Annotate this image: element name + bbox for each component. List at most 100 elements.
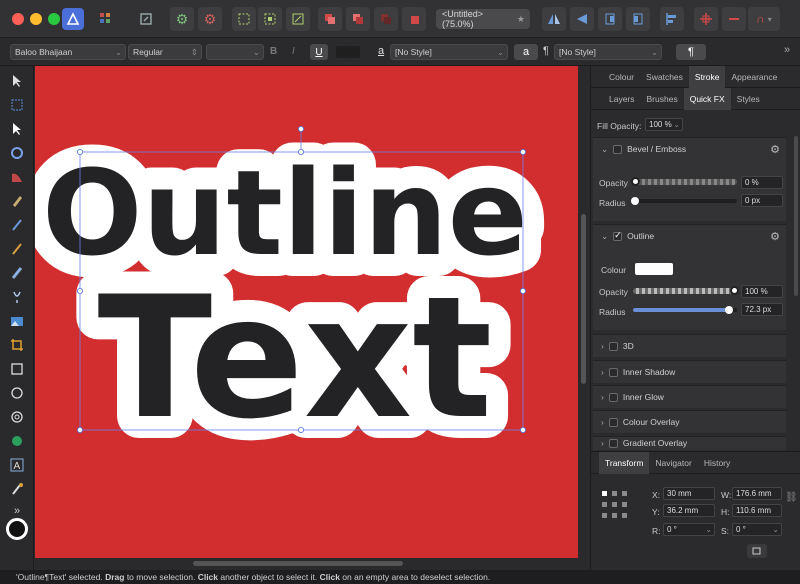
transform-r-field[interactable]: 0 ° ⌄ bbox=[663, 523, 715, 536]
overflow-chevron-icon[interactable]: » bbox=[784, 44, 790, 56]
settings-gear-icon[interactable]: ⚙ bbox=[170, 7, 194, 31]
outline-checkbox[interactable]: ✓ bbox=[613, 230, 623, 241]
arrange-front-icon[interactable] bbox=[318, 7, 342, 31]
minimize-window-button[interactable] bbox=[30, 13, 42, 25]
vector-brush-tool-icon[interactable] bbox=[8, 216, 26, 234]
bold-button[interactable]: B bbox=[270, 46, 277, 57]
chevron-down-icon[interactable]: ⌄ bbox=[601, 144, 608, 155]
transform-w-field[interactable]: 176.6 mm bbox=[732, 487, 782, 500]
bevel-opacity-field[interactable]: 0 % bbox=[741, 176, 783, 189]
document-modified-icon[interactable]: ★ bbox=[517, 14, 525, 25]
bevel-opacity-slider[interactable] bbox=[633, 179, 737, 185]
bevel-radius-knob[interactable] bbox=[631, 197, 639, 205]
rotation-handle[interactable] bbox=[297, 126, 304, 133]
character-style-select[interactable]: [No Style] ⌄ bbox=[390, 44, 508, 60]
fx-inner-glow-header[interactable]: › Inner Glow bbox=[593, 386, 786, 408]
chevron-right-icon[interactable]: › bbox=[601, 417, 604, 427]
outline-opacity-field[interactable]: 100 % bbox=[741, 285, 783, 298]
transform-x-field[interactable]: 30 mm bbox=[663, 487, 715, 500]
pixel-persona-icon[interactable] bbox=[94, 7, 118, 31]
fill-stroke-swatch[interactable] bbox=[6, 518, 28, 540]
text-style-button[interactable]: a bbox=[514, 44, 538, 60]
artistic-text-tool-icon[interactable]: A bbox=[8, 456, 26, 474]
document-canvas[interactable]: Outline Text Outline Text bbox=[35, 66, 578, 558]
fx-gradient-overlay-header[interactable]: › Gradient Overlay bbox=[593, 437, 786, 450]
tab-layers[interactable]: Layers bbox=[603, 88, 641, 110]
fx-gradient-overlay-checkbox[interactable] bbox=[608, 438, 618, 448]
paint-brush-tool-icon[interactable] bbox=[8, 240, 26, 258]
vertical-scroll-thumb[interactable] bbox=[581, 214, 586, 384]
donut-tool-icon[interactable] bbox=[8, 408, 26, 426]
rectangle-tool-icon[interactable] bbox=[8, 360, 26, 378]
chevron-right-icon[interactable]: › bbox=[601, 367, 604, 377]
tab-styles[interactable]: Styles bbox=[731, 88, 766, 110]
arrange-back-icon[interactable] bbox=[402, 7, 426, 31]
bevel-radius-field[interactable]: 0 px bbox=[741, 194, 783, 207]
node-tool-icon[interactable] bbox=[8, 120, 26, 138]
fx-3d-checkbox[interactable] bbox=[608, 341, 618, 351]
insert-target-icon[interactable] bbox=[694, 7, 718, 31]
italic-button[interactable]: I bbox=[292, 46, 295, 57]
fx-colour-overlay-checkbox[interactable] bbox=[608, 417, 618, 427]
outline-radius-knob[interactable] bbox=[725, 306, 733, 314]
font-style-select[interactable]: Regular ⇕ bbox=[128, 44, 202, 60]
tab-brushes[interactable]: Brushes bbox=[641, 88, 684, 110]
arrange-forward-icon[interactable] bbox=[346, 7, 370, 31]
outline-opacity-slider[interactable] bbox=[633, 288, 737, 294]
fx-colour-overlay-header[interactable]: › Colour Overlay bbox=[593, 411, 786, 433]
transform-frame-icon[interactable] bbox=[258, 7, 282, 31]
selection-handle-right[interactable] bbox=[519, 287, 526, 294]
outline-settings-gear-icon[interactable]: ⚙ bbox=[770, 230, 780, 243]
bevel-emboss-checkbox[interactable] bbox=[613, 144, 623, 154]
rotate-left-icon[interactable] bbox=[598, 7, 622, 31]
fx-inner-shadow-checkbox[interactable] bbox=[608, 367, 618, 377]
transform-y-field[interactable]: 36.2 mm bbox=[663, 504, 715, 517]
bevel-opacity-knob[interactable] bbox=[631, 177, 640, 186]
text-line-text[interactable]: Text bbox=[98, 260, 493, 456]
align-left-icon[interactable] bbox=[660, 7, 684, 31]
arrange-backward-icon[interactable] bbox=[374, 7, 398, 31]
zoom-window-button[interactable] bbox=[48, 13, 60, 25]
horizontal-scroll-thumb[interactable] bbox=[193, 561, 403, 566]
artboard-tool-icon[interactable] bbox=[8, 96, 26, 114]
bevel-settings-gear-icon[interactable]: ⚙ bbox=[770, 143, 780, 156]
pencil-tool-icon[interactable] bbox=[8, 192, 26, 210]
chevron-right-icon[interactable]: › bbox=[601, 341, 604, 351]
geometry-frame-icon[interactable] bbox=[286, 7, 310, 31]
lock-aspect-link-icon[interactable]: ⛓ bbox=[785, 492, 798, 503]
selection-handle-bottom-left[interactable] bbox=[77, 426, 84, 433]
bevel-emboss-header[interactable]: ⌄ Bevel / Emboss ⚙ bbox=[593, 138, 786, 160]
outline-radius-field[interactable]: 72.3 px bbox=[741, 303, 783, 316]
corner-tool-icon[interactable] bbox=[8, 144, 26, 162]
move-tool-icon[interactable] bbox=[8, 72, 26, 90]
font-size-field[interactable]: ⌄ bbox=[206, 44, 264, 60]
paragraph-panel-button[interactable]: ¶ bbox=[676, 44, 706, 60]
selection-handle-bottom[interactable] bbox=[297, 426, 304, 433]
document-tab[interactable]: <Untitled> (75.0%) ★ bbox=[436, 9, 530, 29]
outline-header[interactable]: ⌄ ✓ Outline ⚙ bbox=[593, 225, 786, 247]
snapping-gear-icon[interactable]: ⚙ bbox=[198, 7, 222, 31]
selection-handle-top-left[interactable] bbox=[77, 149, 84, 156]
fx-scroll-thumb[interactable] bbox=[794, 136, 798, 296]
selection-handle-left[interactable] bbox=[77, 287, 84, 294]
flip-horizontal-icon[interactable] bbox=[542, 7, 566, 31]
export-persona-icon[interactable] bbox=[134, 7, 158, 31]
anchor-point-selector[interactable] bbox=[601, 490, 629, 520]
horizontal-scrollbar[interactable] bbox=[35, 558, 590, 570]
snapping-magnet-dropdown[interactable]: ∩ ▾ bbox=[748, 7, 780, 31]
designer-persona-icon[interactable] bbox=[62, 8, 84, 30]
selection-handle-top-right[interactable] bbox=[519, 149, 526, 156]
paragraph-style-select[interactable]: [No Style] ⌄ bbox=[554, 44, 662, 60]
chevron-down-icon[interactable]: ⌄ bbox=[601, 231, 608, 242]
tab-transform[interactable]: Transform bbox=[599, 451, 650, 474]
align-frame-icon[interactable] bbox=[232, 7, 256, 31]
transform-h-field[interactable]: 110.6 mm bbox=[732, 504, 782, 517]
colour-picker-tool-icon[interactable] bbox=[8, 480, 26, 498]
bevel-radius-slider[interactable] bbox=[633, 199, 737, 203]
flip-vertical-icon[interactable] bbox=[570, 7, 594, 31]
snapping-toggle-icon[interactable] bbox=[722, 7, 746, 31]
close-window-button[interactable] bbox=[12, 13, 24, 25]
tab-swatches[interactable]: Swatches bbox=[640, 66, 689, 88]
tab-history[interactable]: History bbox=[698, 452, 736, 474]
tab-stroke[interactable]: Stroke bbox=[688, 65, 726, 88]
